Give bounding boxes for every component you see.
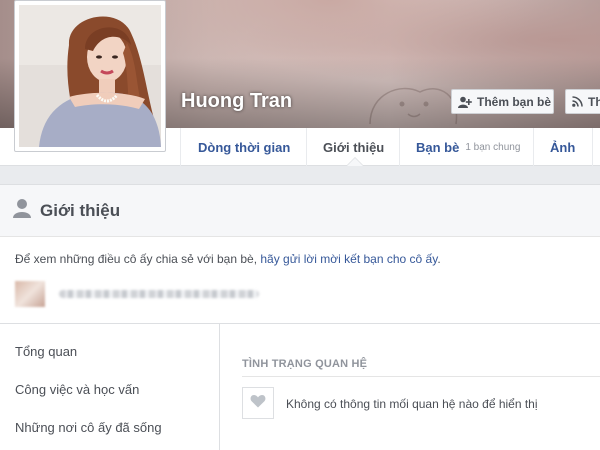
profile-photo (19, 5, 161, 147)
notice-end: . (437, 252, 441, 266)
active-tab-caret (346, 157, 364, 166)
add-friend-button[interactable]: Thêm bạn bè (451, 89, 554, 114)
tab-friends-label: Bạn bè (416, 139, 460, 155)
about-sidebar: Tổng quan Công việc và học vấn Những nơi… (0, 324, 220, 450)
section-divider (242, 376, 600, 377)
follow-button[interactable]: Th (565, 89, 600, 114)
friend-request-notice: Để xem những điều cô ấy chia sẻ với bạn … (15, 252, 441, 266)
tab-separator (180, 128, 181, 166)
about-panel-header: Giới thiệu (0, 185, 600, 237)
tab-timeline-label: Dòng thời gian (198, 139, 291, 155)
notice-text: Để xem những điều cô ấy chia sẻ với bạn … (15, 252, 261, 266)
tab-separator (399, 128, 400, 166)
profile-picture[interactable] (14, 0, 166, 152)
tab-timeline[interactable]: Dòng thời gian (197, 128, 290, 166)
person-icon (12, 198, 32, 223)
sidebar-item-places-lived[interactable]: Những nơi cô ấy đã sống (15, 420, 162, 435)
tab-separator (592, 128, 593, 166)
send-friend-request-link[interactable]: hãy gửi lời mời kết bạn cho cô ấy (260, 252, 437, 266)
relationship-empty-text: Không có thông tin mối quan hệ nào để hi… (286, 397, 538, 411)
tab-photos-label: Ảnh (550, 139, 576, 155)
about-title: Giới thiệu (40, 200, 121, 220)
heart-icon (250, 394, 266, 413)
add-friend-icon (458, 96, 472, 108)
relationship-section-title: TÌNH TRẠNG QUAN HỆ (242, 358, 368, 370)
mutual-friends-count: 1 bạn chung (465, 141, 521, 153)
about-panel: Giới thiệu Để xem những điều cô ấy chia … (0, 184, 600, 450)
relationship-icon-box (242, 387, 274, 419)
tab-separator (306, 128, 307, 166)
tab-about-label: Giới thiệu (323, 139, 385, 155)
blurred-text (59, 290, 259, 298)
profile-photo-illustration (19, 5, 161, 147)
tab-separator (533, 128, 534, 166)
profile-name[interactable]: Huong Tran (181, 90, 292, 113)
follow-label: Th (588, 94, 600, 109)
sidebar-item-work-education[interactable]: Công việc và học vấn (15, 382, 139, 397)
blurred-content-row (15, 281, 259, 307)
rss-icon (572, 96, 583, 107)
sidebar-item-overview[interactable]: Tổng quan (15, 344, 77, 359)
tab-friends[interactable]: Bạn bè 1 bạn chung (415, 128, 520, 166)
blurred-thumbnail (15, 281, 45, 307)
add-friend-label: Thêm bạn bè (477, 94, 552, 109)
tab-photos[interactable]: Ảnh (549, 128, 575, 166)
